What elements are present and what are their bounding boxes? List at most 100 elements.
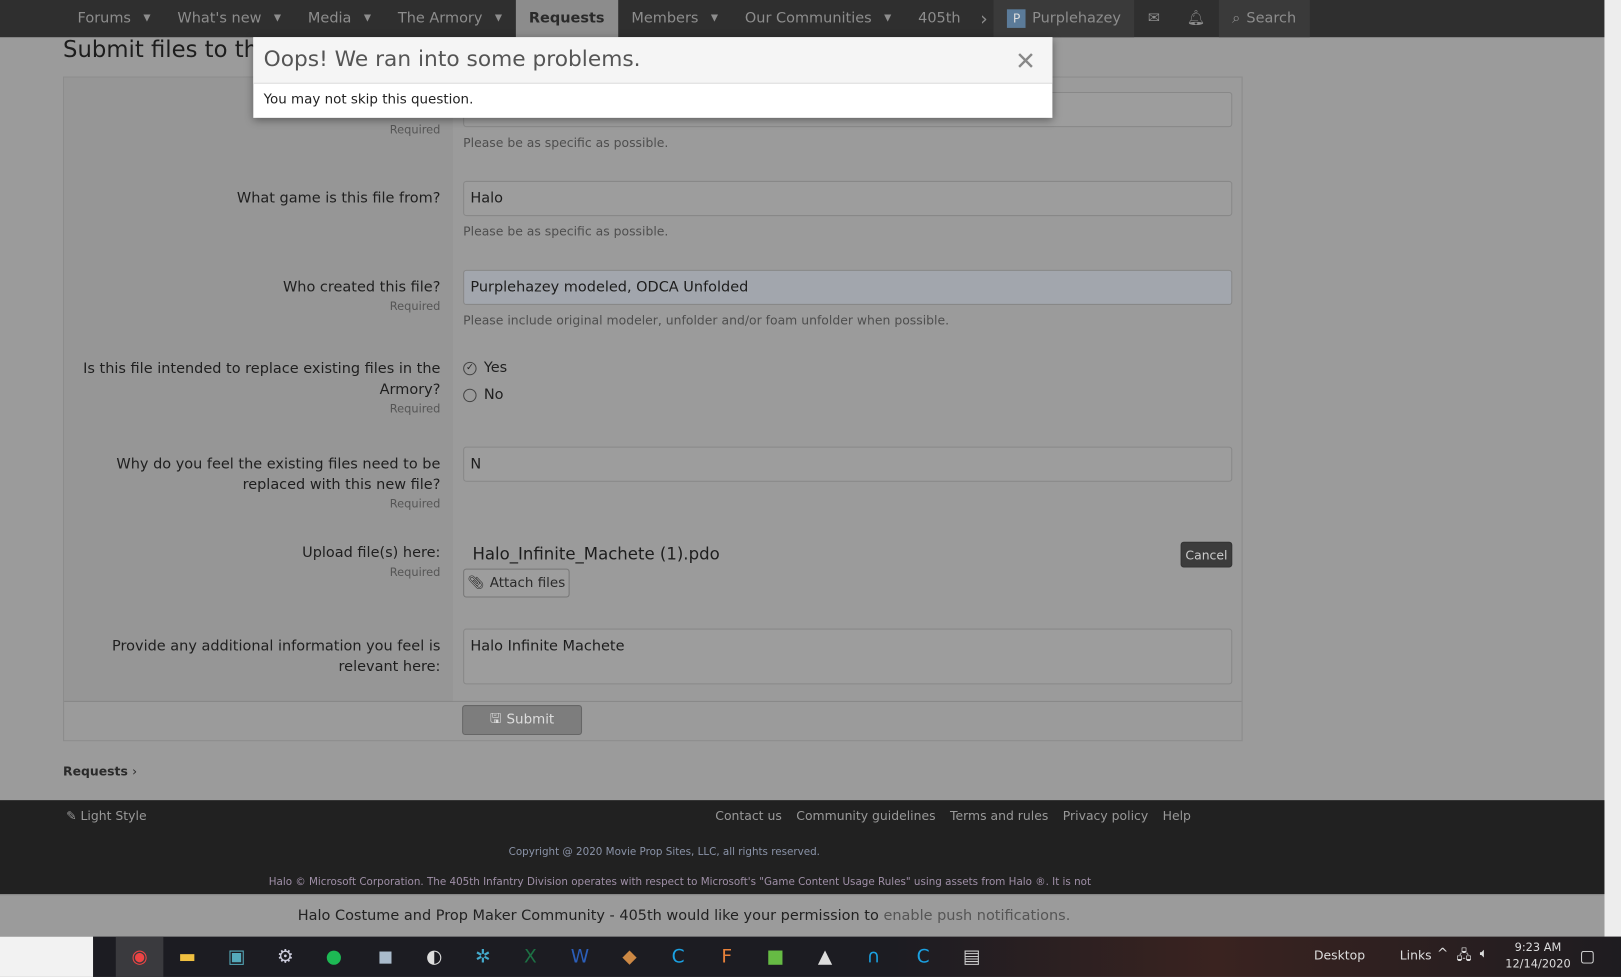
radio-circle-icon — [463, 388, 477, 402]
breadcrumb[interactable]: Requests › — [63, 764, 137, 778]
caret-down-icon[interactable]: ▼ — [143, 13, 150, 23]
creator-input[interactable]: Purplehazey modeled, ODCA Unfolded — [463, 269, 1233, 305]
app-icon[interactable]: C — [654, 937, 702, 977]
spotify-icon[interactable]: ● — [310, 937, 358, 977]
nav-media[interactable]: Media ▼ — [294, 0, 384, 37]
nav-armory[interactable]: The Armory ▼ — [384, 0, 515, 37]
uploaded-file-name: Halo_Infinite_Machete (1).pdo — [472, 543, 720, 564]
chrome-icon[interactable]: ◉ — [115, 936, 164, 977]
required-tag: Required — [389, 402, 441, 416]
caret-down-icon[interactable]: ▼ — [274, 13, 281, 23]
chevron-right-icon[interactable]: › — [974, 0, 994, 37]
footer-links: Contact us Community guidelines Terms an… — [715, 808, 1191, 822]
dialog-message: You may not skip this question. — [263, 92, 474, 108]
excel-icon[interactable]: X — [507, 937, 555, 977]
q6-label: Upload file(s) here: Required — [68, 543, 440, 581]
top-nav: Forums ▼ What's new ▼ Media ▼ The Armory ▼ R… — [0, 0, 1605, 38]
caret-down-icon[interactable]: ▼ — [495, 13, 502, 23]
cancel-upload-button[interactable]: Cancel — [1180, 541, 1233, 568]
q3-hint: Please include original modeler, unfolde… — [463, 313, 950, 328]
required-tag: Required — [389, 299, 441, 314]
link-privacy[interactable]: Privacy policy — [1063, 808, 1148, 822]
chevron-up-icon[interactable]: ^ — [1437, 946, 1448, 969]
style-chooser[interactable]: ✎ Light Style — [66, 808, 146, 822]
app-icon[interactable]: ◆ — [606, 937, 654, 977]
q4-label: Is this file intended to replace existin… — [68, 359, 440, 418]
taskbar-search[interactable] — [0, 936, 94, 977]
search-button[interactable]: ⌕ Search — [1218, 0, 1310, 38]
nav-members[interactable]: Members ▼ — [618, 0, 732, 37]
additional-info-textarea[interactable]: Halo Infinite Machete — [463, 628, 1233, 685]
nav-405th[interactable]: 405th — [905, 0, 974, 37]
reason-input[interactable]: N — [463, 446, 1233, 482]
required-tag: Required — [389, 123, 441, 137]
label-text: Who created this file? — [282, 279, 441, 296]
q2-hint: Please be as specific as possible. — [463, 224, 669, 239]
file-explorer-icon[interactable]: ▬ — [163, 937, 211, 977]
label-text: Upload file(s) here: — [302, 544, 441, 562]
nav-communities[interactable]: Our Communities ▼ — [731, 0, 904, 37]
game-input[interactable]: Halo — [463, 180, 1233, 217]
app-icon[interactable]: ▲ — [801, 937, 849, 977]
enable-notifications-link[interactable]: enable push notifications. — [883, 908, 1070, 925]
date: 12/14/2020 — [1505, 957, 1571, 971]
network-icon[interactable]: 🖧︎ — [1457, 946, 1472, 969]
breadcrumb-requests[interactable]: Requests — [63, 764, 128, 778]
links-toolbar[interactable]: Links — [1400, 948, 1432, 962]
app-icon[interactable]: ▤ — [948, 937, 996, 977]
nav-label: Members — [631, 10, 699, 27]
link-guidelines[interactable]: Community guidelines — [796, 808, 935, 822]
button-label: Attach files — [489, 575, 566, 591]
required-tag: Required — [389, 497, 441, 511]
legal-notice: Halo © Microsoft Corporation. The 405th … — [268, 876, 1092, 889]
q2-label: What game is this file from? — [236, 190, 441, 207]
nav-forums[interactable]: Forums ▼ — [64, 0, 164, 37]
chevron-right-icon: › — [132, 763, 138, 779]
user-menu[interactable]: P Purplehazey — [993, 0, 1135, 38]
notification-center-icon[interactable]: ▢ — [1580, 946, 1596, 966]
desktop-toolbar[interactable]: Desktop — [1314, 948, 1365, 962]
caret-down-icon[interactable]: ▼ — [711, 13, 718, 23]
steam-icon[interactable]: ⚙ — [262, 937, 310, 977]
app-icon[interactable]: ✲ — [459, 937, 507, 977]
nav-label: 405th — [918, 10, 961, 27]
submit-button[interactable]: 🖫 Submit — [462, 705, 583, 736]
q3-label: Who created this file? Required — [68, 277, 440, 315]
button-label: Submit — [506, 712, 555, 728]
attach-files-button[interactable]: 📎︎ Attach files — [463, 568, 570, 598]
notification-text: Halo Costume and Prop Maker Community - … — [297, 907, 884, 925]
discord-icon[interactable]: ◼ — [362, 937, 410, 977]
submit-form: WRequired Please be as specific as possi… — [63, 76, 1243, 742]
mail-icon[interactable]: ✉ — [1134, 0, 1173, 37]
link-terms[interactable]: Terms and rules — [950, 808, 1048, 822]
app-icon[interactable]: F — [703, 937, 751, 977]
app-icon[interactable]: ∩ — [850, 937, 898, 977]
search-label: Search — [1246, 10, 1297, 27]
avatar: P — [1007, 9, 1026, 28]
scrollbar[interactable] — [1604, 0, 1621, 937]
minecraft-icon[interactable]: ■ — [752, 937, 800, 977]
radio-no[interactable]: No — [463, 387, 504, 403]
footer: ✎ Light Style Contact us Community guide… — [0, 800, 1605, 895]
nav-label: The Armory — [397, 10, 483, 27]
word-icon[interactable]: W — [556, 937, 604, 977]
caret-down-icon[interactable]: ▼ — [884, 13, 891, 23]
app-icon[interactable]: ◐ — [410, 937, 458, 977]
q1-hint: Please be as specific as possible. — [463, 135, 669, 150]
app-icon[interactable]: ▣ — [213, 937, 261, 977]
nav-requests[interactable]: Requests — [515, 0, 618, 38]
bell-icon[interactable]: 🔔︎ — [1173, 0, 1218, 37]
label-text: Is this file intended to replace existin… — [83, 360, 441, 399]
close-icon[interactable]: ✕ — [1015, 47, 1036, 76]
nav-whats-new[interactable]: What's new ▼ — [164, 0, 295, 37]
nav-label: Media — [307, 10, 352, 27]
paperclip-icon: 📎︎ — [467, 575, 485, 591]
link-contact[interactable]: Contact us — [715, 808, 782, 822]
caret-down-icon[interactable]: ▼ — [364, 13, 371, 23]
link-help[interactable]: Help — [1163, 808, 1191, 822]
radio-yes[interactable]: ✓ Yes — [463, 360, 507, 376]
clock[interactable]: 9:23 AM 12/14/2020 — [1505, 940, 1571, 973]
volume-icon[interactable]: 🔈︎ — [1480, 946, 1488, 969]
app-icon[interactable]: C — [899, 937, 947, 977]
time: 9:23 AM — [1514, 940, 1562, 955]
